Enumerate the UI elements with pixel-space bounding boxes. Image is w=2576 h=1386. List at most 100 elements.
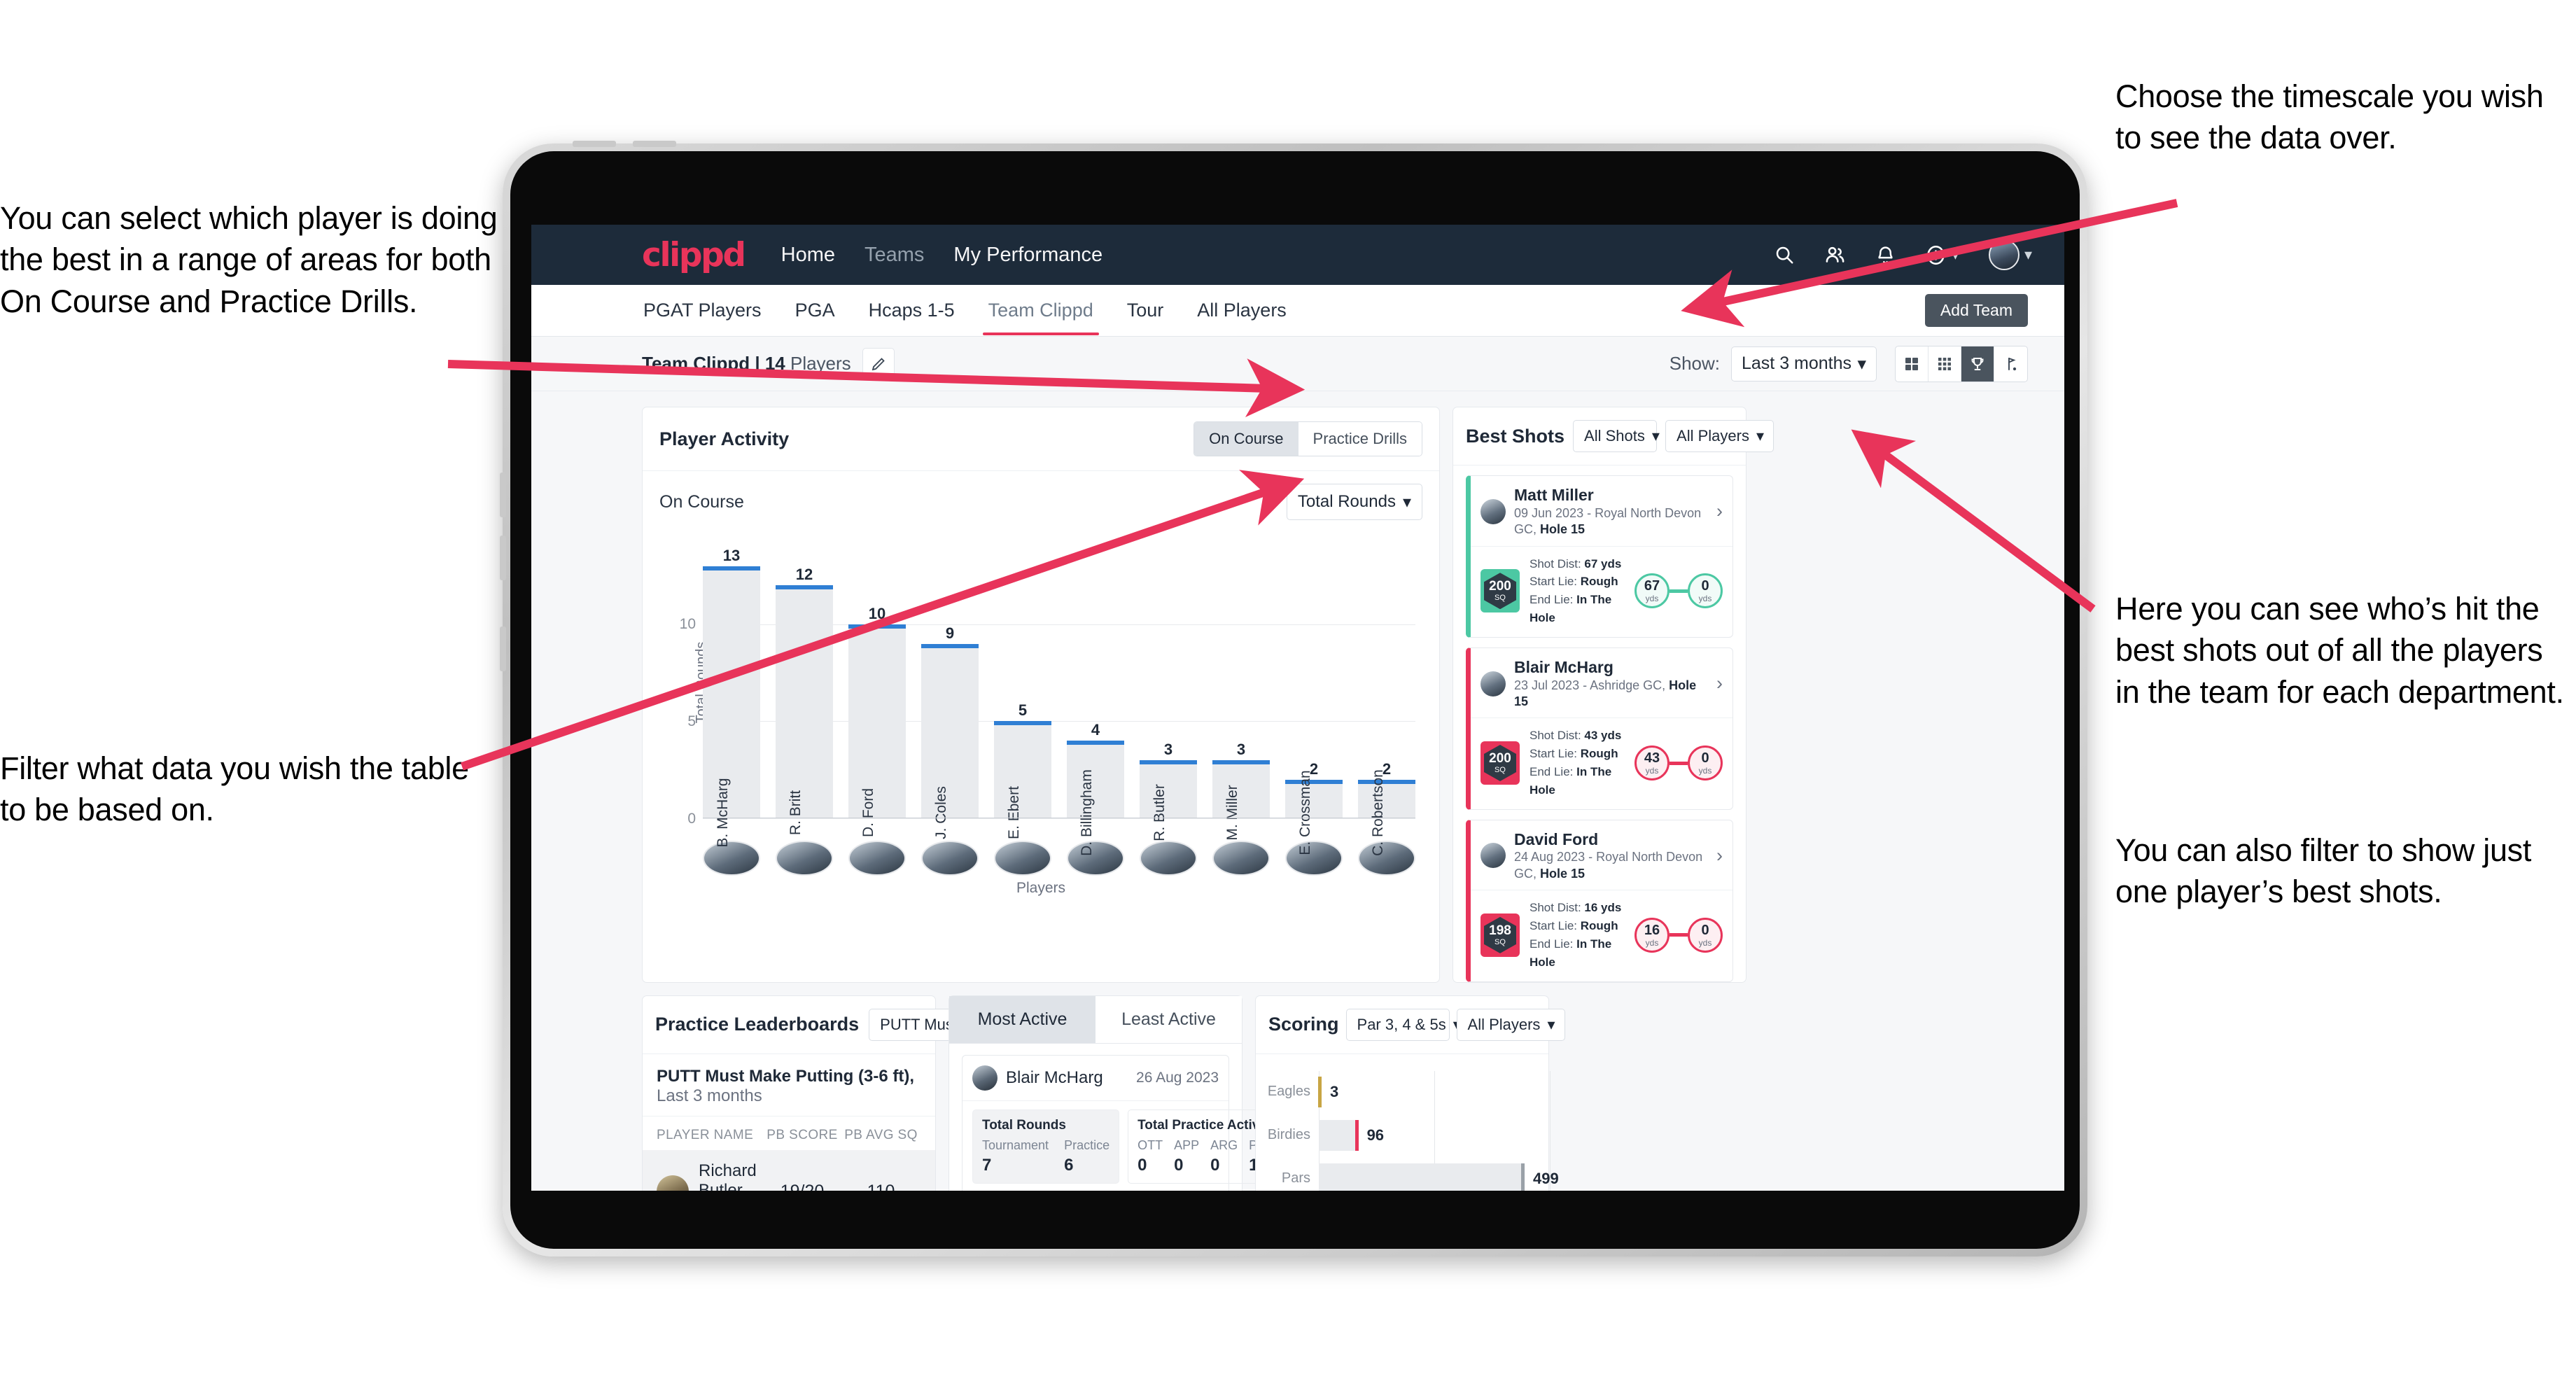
scoring-value: 3 (1330, 1082, 1339, 1100)
view-trophy-button[interactable] (1961, 346, 1994, 382)
player-avatar[interactable] (703, 841, 760, 876)
tab-all-players[interactable]: All Players (1196, 286, 1288, 335)
player-avatar[interactable] (1285, 841, 1343, 876)
chevron-right-icon[interactable]: › (1716, 502, 1723, 521)
chevron-right-icon[interactable]: › (1716, 846, 1723, 865)
bar-column[interactable]: 5 E. Ebert (994, 547, 1051, 839)
player-avatar[interactable] (1067, 841, 1124, 876)
bar-column[interactable]: 2 C. Robertson (1358, 547, 1415, 856)
segment-practice-drills[interactable]: Practice Drills (1298, 422, 1422, 456)
edit-team-button[interactable] (862, 347, 895, 380)
start-distance-value: 16 (1644, 922, 1660, 938)
scoring-par-filter[interactable]: Par 3, 4 & 5s ▾ (1345, 1008, 1461, 1041)
tournament-value: 7 (982, 1155, 992, 1175)
view-flag-button[interactable] (1994, 346, 2027, 382)
view-grid-large-button[interactable] (1896, 346, 1928, 382)
total-rounds-select[interactable]: Total Rounds ▾ (1286, 484, 1422, 520)
player-avatar[interactable] (921, 841, 979, 876)
distance-connector (1670, 933, 1688, 937)
scoring-category-label: Birdies (1267, 1127, 1310, 1143)
scoring-player-filter[interactable]: All Players ▾ (1456, 1008, 1565, 1041)
bar-column[interactable]: 4 D. Billingham (1067, 547, 1124, 856)
shot-end-distance: 0 yds (1688, 917, 1723, 953)
tab-team-clippd[interactable]: Team Clippd (982, 286, 1099, 335)
player-activity-subheader: On Course Total Rounds ▾ (643, 471, 1439, 522)
bar-category-label: C. Robertson (1370, 769, 1386, 856)
tab-hcaps-1-5[interactable]: Hcaps 1-5 (867, 286, 956, 335)
ott-label: OTT (1138, 1138, 1163, 1152)
tablet-screen: clippd Home Teams My Performance ▾ ▾ PGA… (510, 151, 2080, 1249)
dashboard-content: Player Activity On Course Practice Drill… (531, 391, 2064, 1191)
best-shot-body: 198 SQ Shot Dist: 16 yds Start Lie: Rough En… (1471, 890, 1732, 981)
nav-link-teams[interactable]: Teams (864, 244, 924, 267)
search-icon[interactable] (1774, 244, 1795, 265)
bar-value: 9 (945, 624, 955, 642)
end-distance-value: 0 (1701, 578, 1709, 594)
chevron-right-icon[interactable]: › (1716, 674, 1723, 693)
plus-circle-icon[interactable]: ▾ (1925, 244, 1959, 266)
tab-least-active[interactable]: Least Active (1096, 995, 1242, 1043)
player-activity-chart: Total Rounds 0 5 10 13 B. McHarg 12 R. Britt 1… (659, 528, 1422, 856)
end-distance-unit: yds (1698, 766, 1712, 776)
tab-pgat-players[interactable]: PGAT Players (642, 286, 763, 335)
bar-category-label: B. McHarg (715, 778, 731, 848)
timescale-select[interactable]: Last 3 months ▾ (1731, 346, 1877, 382)
player-avatar[interactable] (776, 841, 833, 876)
list-item[interactable]: Blair McHarg 26 Aug 2023 Total Rounds Tourn… (962, 1054, 1296, 1191)
chevron-down-icon: ▾ (1402, 492, 1411, 512)
best-shot-player-name: Blair McHarg (1514, 657, 1614, 676)
clippd-logo[interactable]: clippd (642, 239, 746, 272)
end-distance-unit: yds (1698, 937, 1712, 948)
sq-value: 200 (1489, 751, 1511, 766)
annotation-right-bottom: You can also filter to show just one pla… (2115, 832, 2532, 910)
total-rounds-value: Total Rounds (1297, 492, 1396, 511)
player-avatar[interactable] (994, 841, 1051, 876)
scoring-bar: 3 (1318, 1076, 1338, 1107)
nav-link-home[interactable]: Home (781, 244, 835, 267)
bar-value: 2 (1309, 760, 1319, 778)
player-avatar[interactable] (1212, 841, 1270, 876)
bar-column[interactable]: 13 B. McHarg (703, 547, 760, 848)
best-shot-item[interactable]: Blair McHarg 23 Jul 2023 - Ashridge GC, H… (1466, 647, 1733, 810)
sq-unit: SQ (1494, 937, 1506, 946)
best-shot-details: Shot Dist: 43 yds Start Lie: Rough End Lie… (1530, 727, 1625, 799)
dashboard-row-2: Practice Leaderboards PUTT Must Make Put… (642, 995, 2028, 1191)
avatar[interactable]: ▾ (1988, 239, 2032, 270)
drill-name: PUTT Must Make Putting (3-6 ft), (657, 1066, 914, 1086)
end-lie-line: End Lie: In The Hole (1530, 593, 1612, 625)
bar-column[interactable]: 10 D. Ford (848, 547, 906, 837)
bar-column[interactable]: 9 J. Coles (921, 547, 979, 839)
avatar (1480, 671, 1506, 696)
best-shot-item[interactable]: Matt Miller 09 Jun 2023 - Royal North Dev… (1466, 475, 1733, 638)
scoring-bar-cap (1521, 1163, 1525, 1191)
timescale-value: Last 3 months (1742, 354, 1852, 373)
view-grid-small-button[interactable] (1928, 346, 1961, 382)
team-sep: | (750, 353, 765, 374)
device-button-top-2 (633, 141, 676, 147)
bar-column[interactable]: 3 R. Butler (1140, 547, 1197, 841)
tab-most-active[interactable]: Most Active (949, 995, 1096, 1043)
people-icon[interactable] (1824, 244, 1846, 266)
sq-value: 198 (1489, 923, 1511, 938)
nav-link-my-performance[interactable]: My Performance (953, 244, 1102, 267)
player-avatar[interactable] (1140, 841, 1197, 876)
player-avatar[interactable] (848, 841, 906, 876)
bar-value: 12 (795, 566, 813, 584)
bar-column[interactable]: 3 M. Miller (1212, 547, 1270, 841)
scoring-value: 499 (1533, 1169, 1559, 1187)
table-row[interactable]: Richard Butler119/20110 (643, 1149, 935, 1191)
tab-tour[interactable]: Tour (1126, 286, 1166, 335)
best-shot-item[interactable]: David Ford 24 Aug 2023 - Royal North Devo… (1466, 819, 1733, 982)
bar-column[interactable]: 12 R. Britt (776, 547, 833, 835)
best-shots-shot-filter[interactable]: All Shots ▾ (1573, 420, 1660, 452)
sq-unit: SQ (1494, 594, 1506, 603)
y-axis-tick: 10 (679, 616, 696, 633)
activity-item-header: Blair McHarg 26 Aug 2023 (962, 1056, 1228, 1101)
tab-pga[interactable]: PGA (794, 286, 836, 335)
bar-column[interactable]: 2 E. Crossman (1285, 547, 1343, 855)
player-avatar[interactable] (1358, 841, 1415, 876)
best-shots-player-filter[interactable]: All Players ▾ (1665, 420, 1774, 452)
bell-icon[interactable] (1875, 245, 1896, 265)
segment-on-course[interactable]: On Course (1194, 422, 1298, 456)
bar-value: 5 (1018, 701, 1028, 720)
